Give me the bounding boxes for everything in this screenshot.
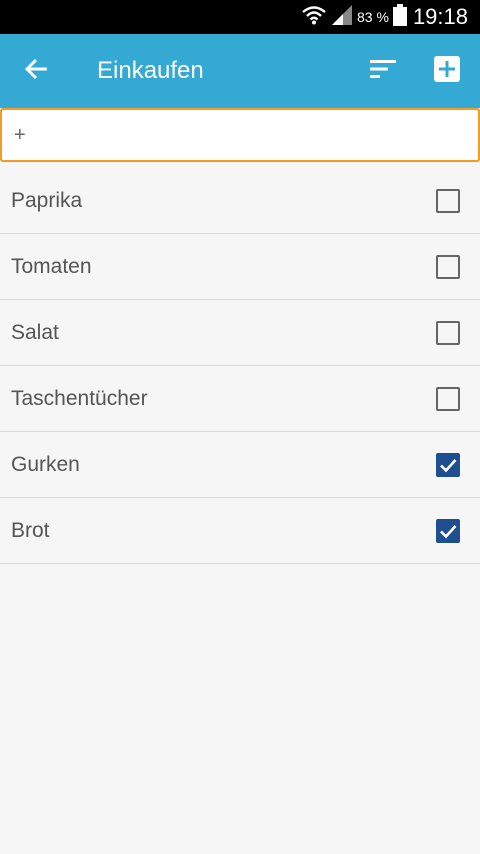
list-item[interactable]: Salat [0, 300, 480, 366]
page-title: Einkaufen [97, 57, 204, 84]
wifi-icon [301, 4, 327, 31]
item-checkbox[interactable] [436, 189, 460, 213]
add-box-icon [434, 55, 460, 87]
item-label: Tomaten [11, 255, 92, 278]
battery-icon [392, 3, 407, 31]
list-item[interactable]: Paprika [0, 168, 480, 234]
item-label: Taschentücher [11, 387, 148, 410]
item-checkbox[interactable] [436, 519, 460, 543]
status-icons: 83 % 19:18 [301, 0, 468, 34]
add-button[interactable] [426, 50, 468, 92]
app-bar: Einkaufen [0, 34, 480, 108]
list-item[interactable]: Brot [0, 498, 480, 564]
signal-icon [331, 4, 353, 31]
item-checkbox[interactable] [436, 255, 460, 279]
battery-percent: 83 % [357, 9, 389, 25]
list-item[interactable]: Tomaten [0, 234, 480, 300]
new-item-field [0, 108, 480, 162]
sort-button[interactable] [362, 50, 404, 92]
shopping-list: Paprika Tomaten Salat Taschentücher Gurk… [0, 168, 480, 564]
item-label: Gurken [11, 453, 80, 476]
back-arrow-icon [24, 58, 49, 85]
back-button[interactable] [16, 50, 58, 92]
status-bar: 83 % 19:18 [0, 0, 480, 34]
new-item-input[interactable] [2, 110, 478, 160]
item-label: Brot [11, 519, 50, 542]
sort-icon [370, 59, 396, 83]
item-label: Paprika [11, 189, 83, 212]
list-item[interactable]: Taschentücher [0, 366, 480, 432]
item-checkbox[interactable] [436, 453, 460, 477]
clock: 19:18 [412, 4, 468, 29]
item-label: Salat [11, 321, 59, 344]
item-checkbox[interactable] [436, 321, 460, 345]
list-item[interactable]: Gurken [0, 432, 480, 498]
item-checkbox[interactable] [436, 387, 460, 411]
